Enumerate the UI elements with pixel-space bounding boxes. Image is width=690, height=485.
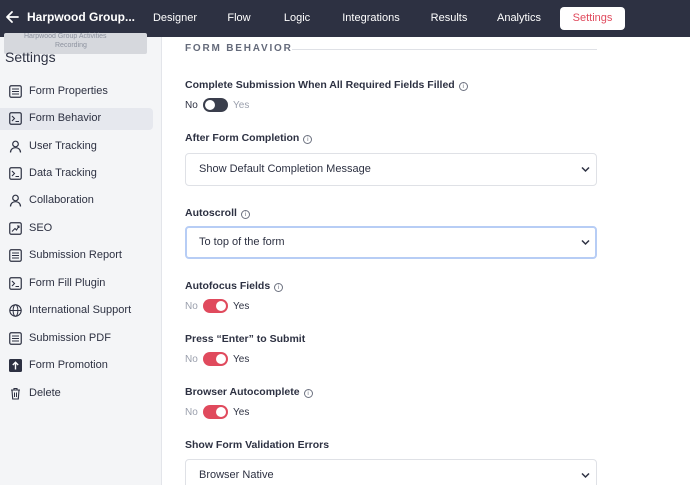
info-icon[interactable]: i: [303, 135, 313, 144]
sidebar-title: Settings: [5, 49, 56, 65]
user-icon: [9, 194, 22, 207]
tab-flow[interactable]: Flow: [219, 7, 259, 30]
tab-designer[interactable]: Designer: [143, 7, 207, 30]
sidebar-item-label: Submission Report: [29, 249, 122, 261]
toggle-no-label: No: [185, 354, 198, 365]
autoscroll-select[interactable]: To top of the form: [185, 226, 597, 259]
section-title: FORM BEHAVIOR: [185, 43, 293, 54]
sidebar-item-form-fill-plugin[interactable]: Form Fill Plugin: [0, 273, 153, 295]
chevron-down-icon: [581, 239, 590, 246]
list-icon: [9, 85, 22, 98]
chevron-down-icon: [581, 166, 590, 173]
sidebar-item-label: Form Promotion: [29, 359, 108, 371]
tooltip-line-2: Recording: [55, 42, 87, 49]
info-icon[interactable]: i: [240, 210, 250, 219]
chevron-down-icon: [581, 472, 590, 479]
tab-results[interactable]: Results: [424, 7, 474, 30]
section-divider: [292, 49, 597, 50]
sidebar-item-submission-report[interactable]: Submission Report: [0, 245, 153, 267]
list-icon: [9, 249, 22, 262]
tooltip-line-1: Harpwood Group Activities: [24, 33, 107, 40]
after-completion-label: After Form Completion i: [185, 132, 313, 144]
form-title[interactable]: Harpwood Group...: [27, 10, 135, 24]
validation-errors-select[interactable]: Browser Native: [185, 459, 597, 485]
sidebar-item-submission-pdf[interactable]: Submission PDF: [0, 328, 153, 350]
sidebar-item-label: Form Properties: [29, 85, 108, 97]
sidebar-item-label: Form Fill Plugin: [29, 277, 106, 289]
select-value: Show Default Completion Message: [199, 163, 371, 175]
sidebar-item-label: SEO: [29, 222, 53, 234]
sidebar-item-label: Data Tracking: [29, 167, 97, 179]
sidebar-item-form-promotion[interactable]: Form Promotion: [0, 355, 153, 377]
toggle-no-label: No: [185, 301, 198, 312]
top-nav-bar: Harpwood Group... Designer Flow Logic In…: [0, 0, 690, 37]
sidebar-item-form-properties[interactable]: Form Properties: [0, 81, 153, 103]
sidebar-item-label: Delete: [29, 387, 61, 399]
sidebar-item-seo[interactable]: SEO: [0, 218, 153, 240]
info-icon[interactable]: i: [274, 283, 284, 292]
tab-settings[interactable]: Settings: [560, 7, 625, 30]
toggle-no-label: No: [185, 407, 198, 418]
after-completion-select[interactable]: Show Default Completion Message: [185, 153, 597, 186]
sidebar-item-label: Collaboration: [29, 194, 94, 206]
autofocus-toggle[interactable]: [203, 299, 228, 313]
toggle-knob: [216, 407, 226, 417]
tab-logic[interactable]: Logic: [276, 7, 318, 30]
upload-icon: [9, 359, 22, 372]
toggle-yes-label: Yes: [233, 301, 250, 312]
autoscroll-label: Autoscroll i: [185, 207, 250, 219]
autocomplete-toggle[interactable]: [203, 405, 228, 419]
toggle-knob: [205, 100, 215, 110]
toggle-knob: [216, 354, 226, 364]
tab-analytics[interactable]: Analytics: [490, 7, 548, 30]
sidebar-item-form-behavior[interactable]: Form Behavior: [0, 108, 153, 130]
toggle-no-label: No: [185, 100, 198, 111]
terminal-icon: [9, 112, 22, 125]
trash-icon: [11, 387, 20, 400]
terminal-icon: [9, 277, 22, 290]
select-value: Browser Native: [199, 469, 274, 481]
user-icon: [9, 140, 22, 153]
autocomplete-label: Browser Autocomplete i: [185, 386, 313, 398]
validation-errors-label: Show Form Validation Errors: [185, 439, 330, 451]
toggle-yes-label: Yes: [233, 407, 250, 418]
select-value: To top of the form: [199, 236, 285, 248]
autofocus-label: Autofocus Fields i: [185, 280, 284, 292]
globe-icon: [9, 304, 22, 317]
sidebar-item-label: Submission PDF: [29, 332, 111, 344]
sidebar-item-label: User Tracking: [29, 140, 97, 152]
complete-submission-toggle[interactable]: [203, 98, 228, 112]
complete-submission-label: Complete Submission When All Required Fi…: [185, 79, 468, 91]
sidebar-item-collaboration[interactable]: Collaboration: [0, 190, 153, 212]
sidebar-item-data-tracking[interactable]: Data Tracking: [0, 163, 153, 185]
enter-submit-toggle[interactable]: [203, 352, 228, 366]
tab-integrations[interactable]: Integrations: [334, 7, 408, 30]
toggle-yes-label: Yes: [233, 354, 250, 365]
sidebar-item-international-support[interactable]: International Support: [0, 300, 153, 322]
toggle-yes-label: Yes: [233, 100, 250, 111]
back-arrow-icon[interactable]: [4, 9, 20, 25]
sidebar-item-label: International Support: [29, 304, 132, 316]
enter-submit-label: Press “Enter” to Submit: [185, 333, 306, 345]
info-icon[interactable]: i: [303, 389, 313, 398]
sidebar-item-label: Form Behavior: [29, 112, 102, 124]
terminal-icon: [9, 167, 22, 180]
list-icon: [9, 332, 22, 345]
trend-icon: [9, 222, 22, 235]
toggle-knob: [216, 301, 226, 311]
info-icon[interactable]: i: [458, 82, 468, 91]
sidebar-item-user-tracking[interactable]: User Tracking: [0, 136, 153, 158]
sidebar-item-delete[interactable]: Delete: [0, 383, 153, 405]
